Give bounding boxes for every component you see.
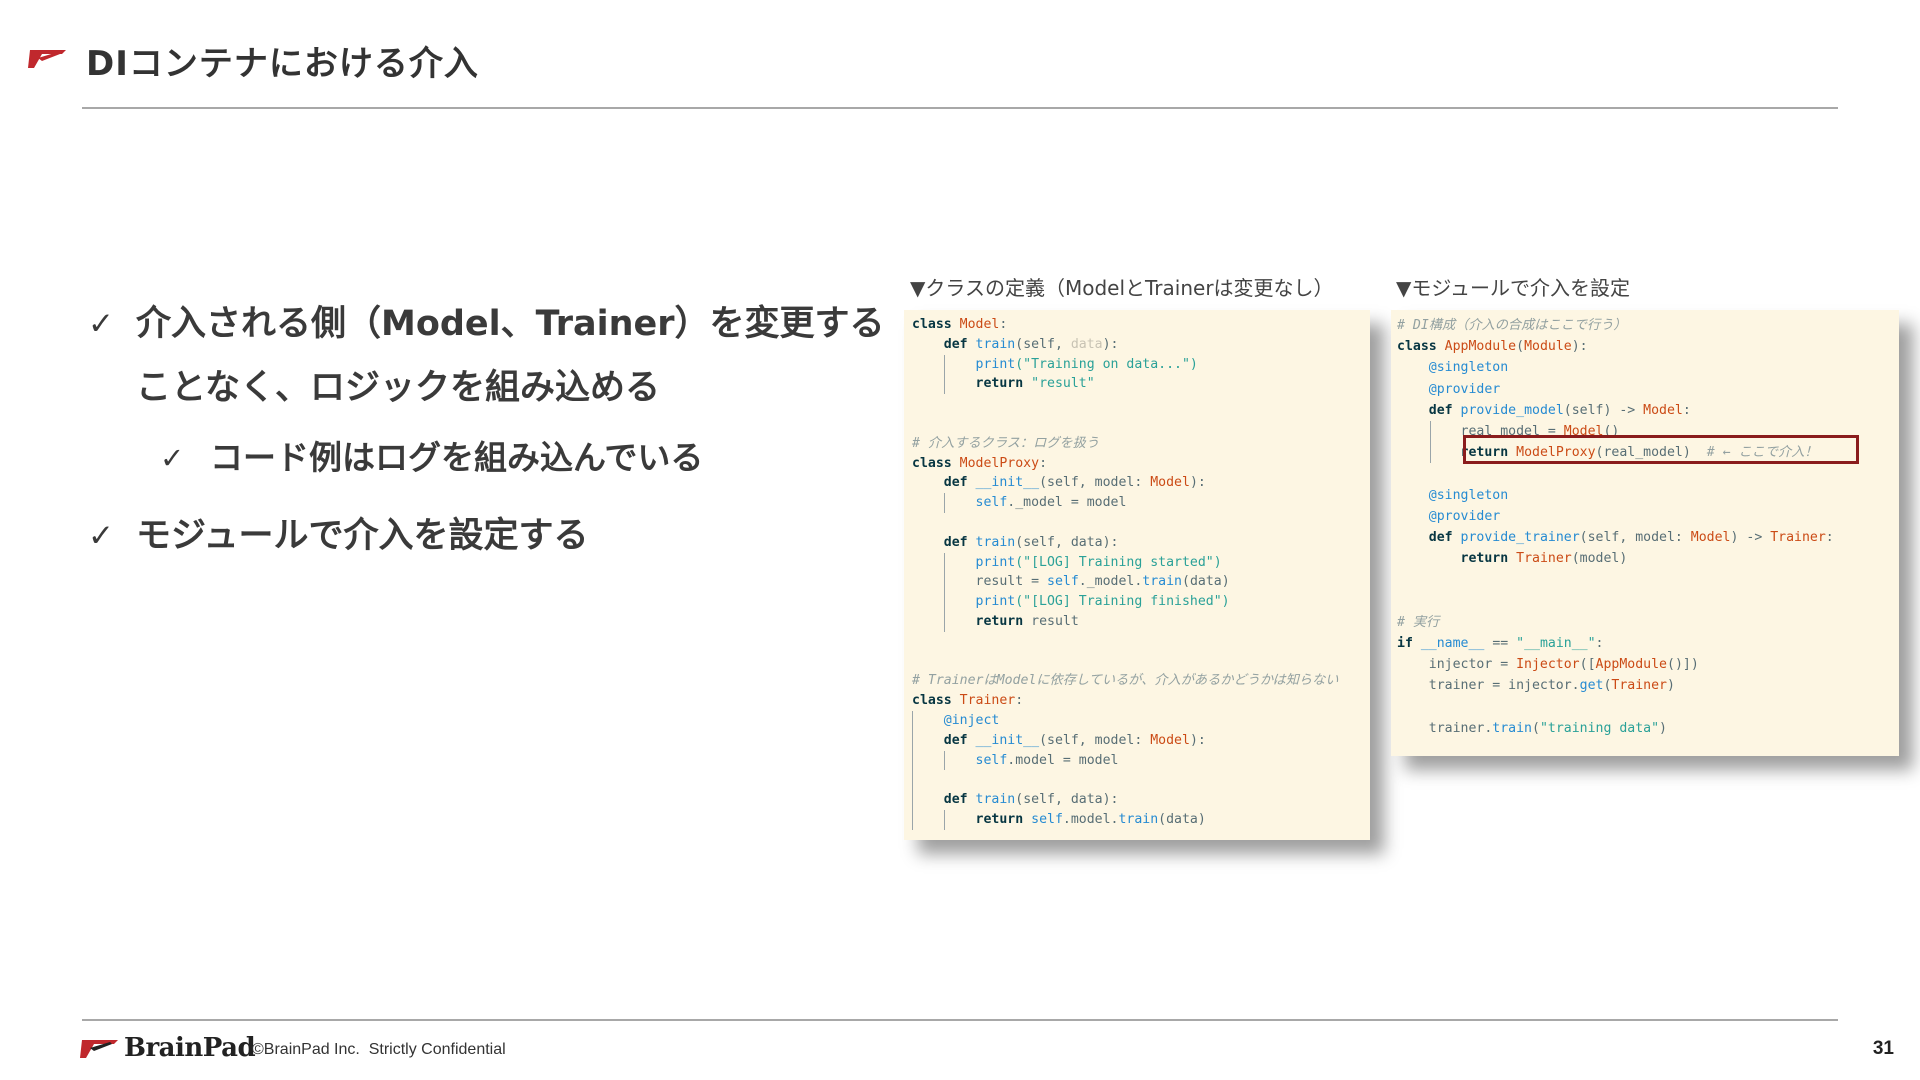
code-line: def train(self, data):: [943, 336, 1119, 352]
code-line: class AppModule(Module):: [1397, 339, 1588, 355]
code-line: return result: [912, 611, 1370, 632]
code-line: print("[LOG] Training finished"): [912, 592, 1370, 612]
code-line: @provider: [1428, 381, 1501, 397]
header-divider: [82, 107, 1838, 109]
bullet-list: ✓ 介入される側（Model、Trainer）を変更する ことなく、ロジックを組…: [88, 292, 888, 568]
check-icon: ✓: [160, 441, 185, 475]
code-line: result = self._model.train(data): [912, 572, 1370, 593]
sub-bullet-item: ✓ コード例はログを組み込んでいる: [88, 434, 888, 482]
code-comment: # DI構成（介入の合成はここで行う）: [1397, 318, 1627, 333]
bullet-text: コード例はログを組み込んでいる: [210, 438, 704, 477]
code-comment: # TrainerはModelに依存しているが、介入があるかどうかは知らない: [912, 673, 1339, 689]
code-caption-right: ▼モジュールで介入を設定: [1396, 276, 1630, 300]
code-line: self.model = model: [912, 750, 1370, 771]
page-number: 31: [1872, 1038, 1894, 1059]
code-line: def provide_model(self) -> Model:: [1428, 402, 1691, 418]
code-line: def train(self, data):: [912, 790, 1370, 810]
code-line: def provide_trainer(self, model: Model) …: [1428, 529, 1834, 545]
footer-brand-logotype: BrainPad: [124, 1033, 256, 1063]
code-line: def __init__(self, model: Model):: [912, 730, 1370, 751]
brainpad-mark-icon: [28, 50, 66, 68]
bullet-text: モジュールで介入を設定する: [136, 516, 589, 556]
code-line: return Trainer(model): [1460, 551, 1628, 567]
code-line: @singleton: [1428, 487, 1509, 503]
code-line: print("[LOG] Training started"): [912, 552, 1370, 573]
code-comment: # 介入するクラス：ログを扱う: [912, 435, 1100, 451]
code-line: return "result": [912, 374, 1370, 395]
code-panel-class-definitions: class Model: def train(self, data): prin…: [904, 310, 1370, 840]
bullet-item: ✓ 介入される側（Model、Trainer）を変更する ことなく、ロジックを組…: [88, 292, 888, 420]
code-line: trainer.train("training data"): [1428, 720, 1667, 736]
code-line: def __init__(self, model: Model):: [943, 475, 1206, 491]
code-line: if __name__ == "__main__":: [1397, 635, 1604, 651]
code-comment: # 実行: [1397, 614, 1440, 630]
code-line: return self.model.train(data): [912, 809, 1370, 830]
code-line: self._model = model: [912, 493, 1370, 513]
footer-copyright: ©BrainPad Inc. Strictly Confidential: [252, 1041, 506, 1058]
code-line: [912, 770, 1370, 791]
code-line: @singleton: [1428, 360, 1509, 376]
intervention-highlight-box: [1463, 435, 1859, 464]
bullet-text: ことなく、ロジックを組み込める: [136, 368, 660, 408]
bullet-item: ✓ モジュールで介入を設定する: [88, 504, 888, 568]
code-line: class Trainer:: [912, 693, 1024, 709]
check-icon: ✓: [88, 518, 114, 554]
code-line: @provider: [1428, 508, 1501, 524]
footer-divider: [82, 1019, 1838, 1021]
code-caption-left: ▼クラスの定義（ModelとTrainerは変更なし）: [910, 276, 1334, 300]
code-line: print("Training on data..."): [912, 354, 1370, 375]
slide-title: DIコンテナにおける介入: [86, 44, 479, 84]
code-line: @inject: [912, 710, 1370, 731]
code-line: class ModelProxy:: [912, 455, 1048, 471]
bullet-text: 介入される側（Model、Trainer）を変更する: [136, 304, 885, 344]
code-panel-module-config: # DI構成（介入の合成はここで行う） class AppModule(Modu…: [1391, 310, 1899, 756]
code-line: def train(self, data):: [943, 534, 1119, 550]
brainpad-logo-icon: [80, 1040, 118, 1058]
code-line: class Model:: [912, 317, 1008, 332]
code-line: injector = Injector([AppModule()]): [1428, 657, 1699, 672]
code-line: trainer = injector.get(Trainer): [1428, 678, 1675, 694]
check-icon: ✓: [88, 306, 114, 342]
